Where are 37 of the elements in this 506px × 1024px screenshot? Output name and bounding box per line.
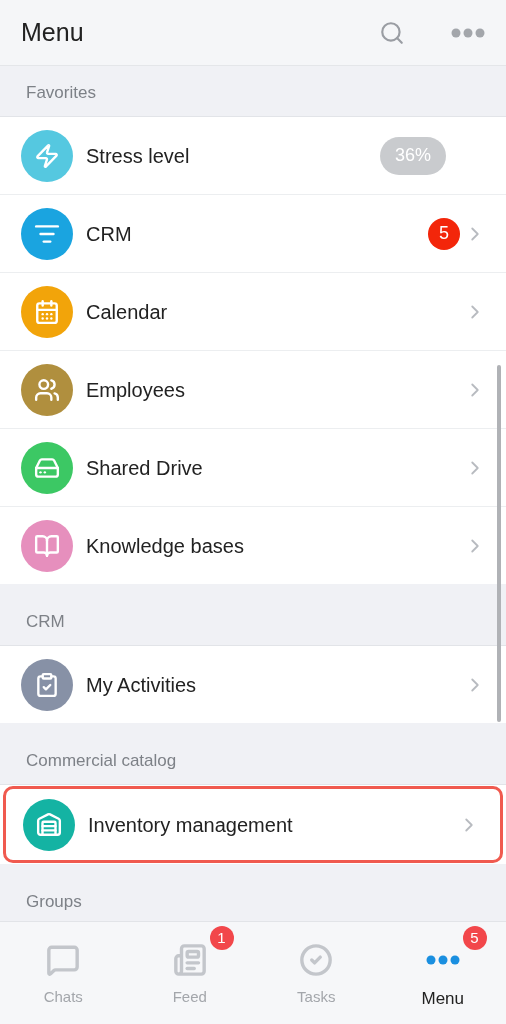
item-label: CRM <box>86 221 133 247</box>
highlight-outline[interactable]: Inventory management <box>3 786 503 863</box>
section-header: Favorites <box>26 81 96 104</box>
menu-item[interactable]: Shared Drive <box>0 429 506 506</box>
item-label: Stress level <box>86 143 191 169</box>
people-icon <box>34 376 60 403</box>
item-label: Knowledge bases <box>86 533 245 559</box>
item-label: Calendar <box>86 299 169 325</box>
book-icon <box>34 532 60 559</box>
item-label: Shared Drive <box>86 455 204 481</box>
section-header: Groups <box>26 890 82 913</box>
warehouse-icon <box>36 811 62 838</box>
menu-item[interactable]: Knowledge bases <box>0 507 506 584</box>
more-icon <box>451 27 485 38</box>
menu-item[interactable]: My Activities <box>0 646 506 723</box>
section-header: Commercial catalog <box>26 749 177 772</box>
menu-item[interactable]: Employees <box>0 351 506 428</box>
item-label: My Activities <box>86 672 198 698</box>
menu-item[interactable]: Calendar <box>0 273 506 350</box>
item-label: Inventory management <box>88 812 294 838</box>
checklist-icon <box>34 671 60 698</box>
section-header: CRM <box>26 610 65 633</box>
item-label: Employees <box>86 377 186 403</box>
lightning-icon <box>34 142 60 169</box>
chat-bubble-icon <box>46 943 81 977</box>
calendar-icon <box>34 298 60 325</box>
count-badge: 5 <box>428 217 460 250</box>
checkmark-icon <box>299 943 334 977</box>
tab[interactable]: Feed 1 <box>126 922 253 1024</box>
tab-badge: 1 <box>209 926 234 950</box>
newspaper-icon <box>172 943 207 977</box>
dots-icon <box>425 955 460 965</box>
page-title: Menu <box>21 16 85 48</box>
tab-badge: 5 <box>462 926 487 950</box>
search-icon[interactable] <box>379 19 405 46</box>
menu-item[interactable]: CRM 5 <box>0 195 506 272</box>
tab[interactable]: Menu 5 <box>379 922 506 1024</box>
